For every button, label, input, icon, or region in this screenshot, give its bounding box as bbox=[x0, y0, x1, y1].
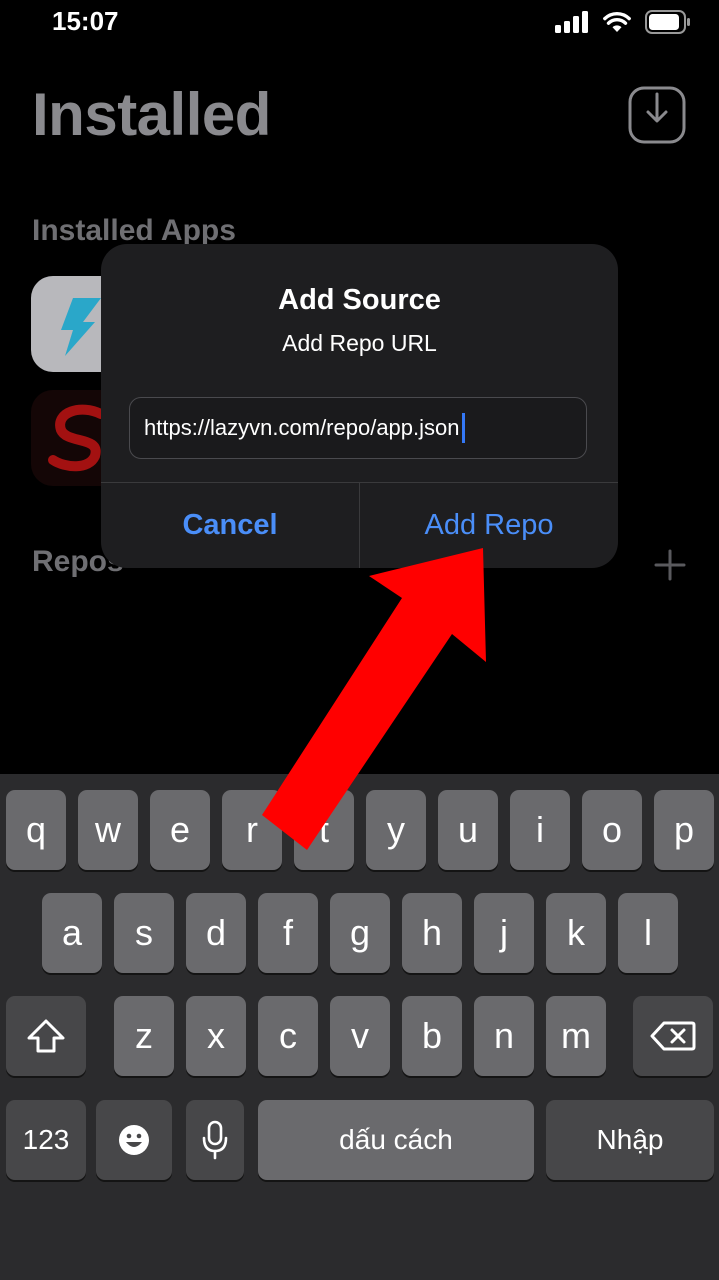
key-p[interactable]: p bbox=[654, 790, 714, 870]
key-u[interactable]: u bbox=[438, 790, 498, 870]
key-x[interactable]: x bbox=[186, 996, 246, 1076]
key-label: e bbox=[169, 809, 191, 850]
key-e[interactable]: e bbox=[150, 790, 210, 870]
key-label: dấu cách bbox=[339, 1124, 453, 1155]
cancel-button[interactable]: Cancel bbox=[101, 483, 359, 568]
key-v[interactable]: v bbox=[330, 996, 390, 1076]
plus-icon[interactable] bbox=[653, 548, 687, 582]
key-g[interactable]: g bbox=[330, 893, 390, 973]
key-j[interactable]: j bbox=[474, 893, 534, 973]
key-label: v bbox=[351, 1015, 369, 1056]
key-label: s bbox=[135, 912, 153, 953]
key-label: l bbox=[644, 912, 652, 953]
key-label: 123 bbox=[22, 1124, 70, 1155]
key-t[interactable]: t bbox=[294, 790, 354, 870]
key-label: b bbox=[421, 1015, 443, 1056]
key-d[interactable]: d bbox=[186, 893, 246, 973]
add-repo-button[interactable]: Add Repo bbox=[360, 483, 618, 568]
key-o[interactable]: o bbox=[582, 790, 642, 870]
key-label: i bbox=[536, 809, 544, 850]
key-label: t bbox=[318, 809, 329, 850]
key-label: w bbox=[95, 809, 121, 850]
add-source-alert: Add Source Add Repo URL https://lazyvn.c… bbox=[101, 244, 618, 568]
shift-key[interactable] bbox=[6, 996, 86, 1076]
return-key[interactable]: Nhập bbox=[546, 1100, 714, 1180]
key-label: j bbox=[500, 912, 508, 953]
key-label: p bbox=[673, 809, 695, 850]
key-r[interactable]: r bbox=[222, 790, 282, 870]
key-f[interactable]: f bbox=[258, 893, 318, 973]
download-icon bbox=[628, 86, 686, 144]
key-i[interactable]: i bbox=[510, 790, 570, 870]
key-m[interactable]: m bbox=[546, 996, 606, 1076]
backspace-icon bbox=[650, 1021, 696, 1051]
text-caret bbox=[461, 413, 465, 443]
repo-url-input[interactable]: https://lazyvn.com/repo/app.json bbox=[129, 397, 587, 459]
page-title: Installed bbox=[32, 81, 271, 148]
keyboard: q w e r t y u i o p a s d f g h j k l z … bbox=[0, 774, 719, 1280]
key-label: r bbox=[246, 809, 258, 850]
emoji-key[interactable] bbox=[96, 1100, 172, 1180]
key-label: q bbox=[25, 809, 47, 850]
key-b[interactable]: b bbox=[402, 996, 462, 1076]
numbers-key[interactable]: 123 bbox=[6, 1100, 86, 1180]
key-label: x bbox=[207, 1015, 225, 1056]
key-label: m bbox=[561, 1015, 591, 1056]
key-s[interactable]: s bbox=[114, 893, 174, 973]
key-h[interactable]: h bbox=[402, 893, 462, 973]
key-label: n bbox=[493, 1015, 515, 1056]
alert-message: Add Repo URL bbox=[282, 330, 437, 356]
key-label: k bbox=[567, 912, 585, 953]
key-w[interactable]: w bbox=[78, 790, 138, 870]
key-c[interactable]: c bbox=[258, 996, 318, 1076]
key-k[interactable]: k bbox=[546, 893, 606, 973]
key-label: a bbox=[61, 912, 83, 953]
key-label: y bbox=[387, 809, 405, 850]
key-q[interactable]: q bbox=[6, 790, 66, 870]
key-label: h bbox=[421, 912, 443, 953]
key-label: o bbox=[601, 809, 623, 850]
emoji-icon bbox=[119, 1125, 149, 1155]
shift-icon bbox=[27, 1019, 65, 1053]
key-label: g bbox=[349, 912, 371, 953]
key-y[interactable]: y bbox=[366, 790, 426, 870]
alert-title: Add Source bbox=[278, 284, 441, 316]
dictation-key[interactable] bbox=[186, 1100, 244, 1180]
key-label: u bbox=[457, 809, 479, 850]
key-label: c bbox=[279, 1015, 297, 1056]
key-label: Nhập bbox=[596, 1124, 664, 1155]
space-key[interactable]: dấu cách bbox=[258, 1100, 534, 1180]
key-label: f bbox=[282, 912, 293, 953]
key-label: d bbox=[205, 912, 227, 953]
key-a[interactable]: a bbox=[42, 893, 102, 973]
key-label: z bbox=[135, 1015, 153, 1056]
key-n[interactable]: n bbox=[474, 996, 534, 1076]
repo-url-value: https://lazyvn.com/repo/app.json bbox=[144, 415, 460, 440]
backspace-key[interactable] bbox=[633, 996, 713, 1076]
section-header-installed-apps: Installed Apps bbox=[32, 214, 236, 247]
key-l[interactable]: l bbox=[618, 893, 678, 973]
key-z[interactable]: z bbox=[114, 996, 174, 1076]
microphone-icon bbox=[202, 1120, 228, 1160]
